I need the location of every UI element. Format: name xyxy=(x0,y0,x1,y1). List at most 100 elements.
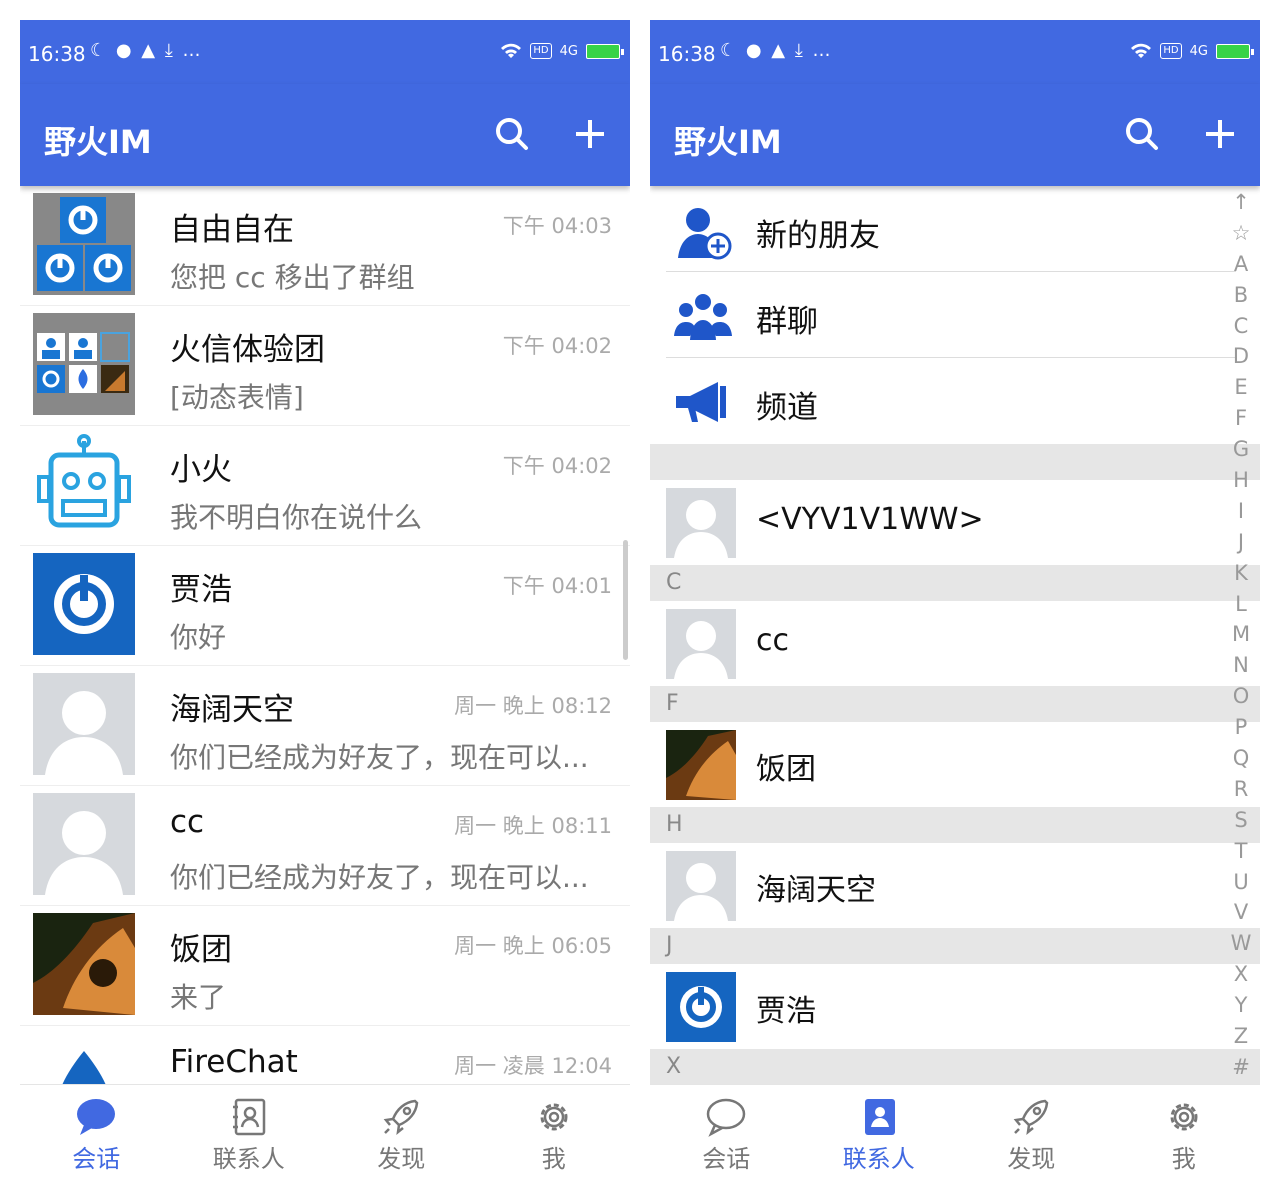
section-header: J xyxy=(650,928,1260,964)
search-icon[interactable] xyxy=(1120,112,1164,156)
conversation-time: 下午 04:01 xyxy=(502,574,612,598)
status-bar: 16:38 ☾ ● ▲ ⤓ … HD 4G xyxy=(650,20,1260,84)
tab-conversations[interactable]: 会话 xyxy=(20,1085,173,1180)
conversation-time: 周一 凌晨 12:04 xyxy=(454,1054,612,1078)
index-letter[interactable]: # xyxy=(1232,1056,1250,1078)
index-letter[interactable]: I xyxy=(1238,500,1244,522)
tab-contacts[interactable]: 联系人 xyxy=(803,1085,956,1180)
index-letter[interactable]: L xyxy=(1235,593,1247,615)
index-letter[interactable]: R xyxy=(1234,778,1249,800)
status-time: 16:38 xyxy=(28,42,86,66)
conversation-item[interactable]: 小火 我不明白你在说什么 下午 04:02 xyxy=(20,426,630,546)
contact-item[interactable]: 饭团 xyxy=(650,722,1260,807)
index-letter[interactable]: M xyxy=(1232,624,1250,645)
conversation-name: FireChat xyxy=(170,1044,298,1080)
chat-bubble-icon xyxy=(707,1098,746,1137)
index-letter[interactable]: H xyxy=(1233,470,1249,491)
conversation-name: 贾浩 xyxy=(170,572,232,608)
conversation-message: 你们已经成为好友了，现在可以... xyxy=(170,741,589,774)
index-letter[interactable]: F xyxy=(1235,408,1247,429)
bottom-nav: 会话 联系人 发现 我 xyxy=(20,1084,630,1180)
conversation-name: cc xyxy=(170,804,205,840)
section-header xyxy=(650,444,1260,480)
entry-label: 群聊 xyxy=(756,304,818,340)
contact-list[interactable]: 新的朋友 群聊 频道 <VYV1V1WW> C cc F 饭团 H 海阔天空 J… xyxy=(650,186,1260,1084)
index-letter[interactable]: ☆ xyxy=(1232,222,1251,244)
contact-item[interactable]: 贾浩 xyxy=(650,964,1260,1049)
index-letter[interactable]: O xyxy=(1233,686,1250,707)
tab-label: 会话 xyxy=(72,1145,121,1173)
conversation-screen: 16:38 ☾ ● ▲ ⤓ … HD 4G 野火IM 自由自在 您把 cc 移出… xyxy=(20,20,630,1180)
index-letter[interactable]: T xyxy=(1235,840,1248,862)
conversation-item[interactable]: cc 你们已经成为好友了，现在可以... 周一 晚上 08:11 xyxy=(20,786,630,906)
section-header: H xyxy=(650,807,1260,843)
index-letter[interactable]: U xyxy=(1233,871,1248,893)
default-avatar xyxy=(666,851,736,921)
add-icon[interactable] xyxy=(568,112,612,156)
notification-icons: ☾ ● ▲ ⤓ … xyxy=(720,40,833,61)
index-letter[interactable]: G xyxy=(1233,439,1249,460)
index-letter[interactable]: P xyxy=(1235,717,1248,738)
tab-conversations[interactable]: 会话 xyxy=(650,1085,803,1180)
index-letter[interactable]: X xyxy=(1234,964,1248,985)
index-letter[interactable]: W xyxy=(1231,933,1252,954)
index-letter[interactable]: K xyxy=(1234,562,1248,584)
power-avatar xyxy=(33,553,135,655)
hd-icon: HD xyxy=(1160,43,1182,59)
index-letter[interactable]: D xyxy=(1233,346,1249,367)
index-letter[interactable]: Z xyxy=(1234,1026,1248,1047)
wifi-icon xyxy=(1131,43,1152,58)
app-bar: 野火IM xyxy=(650,84,1260,186)
index-letter[interactable]: B xyxy=(1234,284,1248,306)
conversation-time: 周一 晚上 08:12 xyxy=(454,694,612,718)
tab-discover[interactable]: 发现 xyxy=(325,1085,478,1180)
contact-item[interactable]: <VYV1V1WW> xyxy=(650,480,1260,565)
conversation-name: 自由自在 xyxy=(170,212,294,248)
add-icon[interactable] xyxy=(1198,112,1242,156)
conversation-list[interactable]: 自由自在 您把 cc 移出了群组 下午 04:03 火信体验团 [动态表情] 下… xyxy=(20,186,630,1084)
bottom-nav: 会话 联系人 发现 我 xyxy=(650,1084,1260,1180)
conversation-item[interactable]: 火信体验团 [动态表情] 下午 04:02 xyxy=(20,306,630,426)
group-avatar xyxy=(33,313,135,415)
conversation-item[interactable]: 自由自在 您把 cc 移出了群组 下午 04:03 xyxy=(20,186,630,306)
index-letter[interactable]: V xyxy=(1234,902,1248,923)
conversation-message: 我不明白你在说什么 xyxy=(170,501,423,534)
index-letter[interactable]: S xyxy=(1234,809,1247,831)
group-icon xyxy=(674,294,732,340)
index-letter[interactable]: N xyxy=(1233,655,1249,676)
tab-me[interactable]: 我 xyxy=(478,1085,631,1180)
tab-me[interactable]: 我 xyxy=(1108,1085,1261,1180)
scrollbar[interactable] xyxy=(623,540,628,660)
alphabet-index[interactable]: ↑ ☆ A B C D E F G H I J K L M N O P Q R … xyxy=(1230,186,1252,1084)
wifi-icon xyxy=(501,43,522,58)
conversation-item[interactable]: FireChat 周一 凌晨 12:04 xyxy=(20,1026,630,1084)
contacts-book-icon xyxy=(864,1099,895,1135)
contact-name: 海阔天空 xyxy=(756,873,876,908)
contact-name: 贾浩 xyxy=(756,994,816,1029)
tab-contacts[interactable]: 联系人 xyxy=(173,1085,326,1180)
search-icon[interactable] xyxy=(490,112,534,156)
contact-item[interactable]: 海阔天空 xyxy=(650,843,1260,928)
contact-name: cc xyxy=(756,623,789,658)
index-letter[interactable]: J xyxy=(1238,531,1244,553)
channels-entry[interactable]: 频道 xyxy=(650,358,1260,444)
hd-icon: HD xyxy=(530,43,552,59)
new-friends-entry[interactable]: 新的朋友 xyxy=(650,186,1260,272)
conversation-time: 下午 04:02 xyxy=(502,334,612,358)
index-letter[interactable]: ↑ xyxy=(1232,192,1250,213)
tab-discover[interactable]: 发现 xyxy=(955,1085,1108,1180)
conversation-message: 你好 xyxy=(170,621,227,654)
rocket-icon xyxy=(383,1099,419,1135)
index-letter[interactable]: Q xyxy=(1233,748,1250,769)
conversation-item[interactable]: 贾浩 你好 下午 04:01 xyxy=(20,546,630,666)
index-letter[interactable]: E xyxy=(1234,377,1247,398)
conversation-item[interactable]: 饭团 来了 周一 晚上 06:05 xyxy=(20,906,630,1026)
contact-item[interactable]: cc xyxy=(650,601,1260,686)
conversation-item[interactable]: 海阔天空 你们已经成为好友了，现在可以... 周一 晚上 08:12 xyxy=(20,666,630,786)
conversation-time: 周一 晚上 08:11 xyxy=(454,814,612,838)
section-header: F xyxy=(650,686,1260,722)
group-chats-entry[interactable]: 群聊 xyxy=(650,272,1260,358)
index-letter[interactable]: A xyxy=(1234,253,1248,275)
index-letter[interactable]: Y xyxy=(1235,995,1248,1016)
index-letter[interactable]: C xyxy=(1234,315,1249,337)
